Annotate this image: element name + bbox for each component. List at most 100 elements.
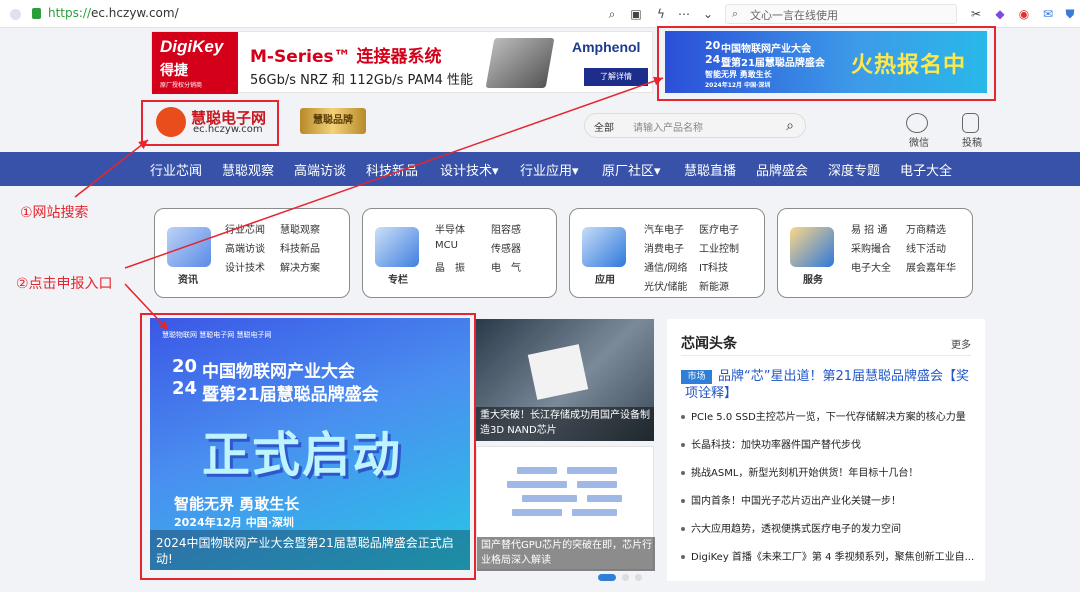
- applications-icon: [582, 227, 626, 267]
- category-link[interactable]: 汽车电子: [644, 221, 684, 236]
- category-link[interactable]: 线下活动: [906, 240, 946, 255]
- brand-event-logo[interactable]: 慧聪品牌: [300, 108, 366, 134]
- category-name: 专栏: [388, 275, 408, 286]
- ad-subtitle: 56Gb/s NRZ 和 112Gb/s PAM4 性能: [250, 73, 474, 88]
- scissors-icon[interactable]: ✂: [968, 6, 984, 22]
- wechat-label[interactable]: 微信: [909, 134, 929, 149]
- nav-item-industry-news[interactable]: 行业芯闻: [150, 160, 202, 179]
- category-link[interactable]: 医疗电子: [699, 221, 739, 236]
- browser-search-box[interactable]: ⌕ 文心一言在线使用: [725, 4, 957, 24]
- site-search-box[interactable]: 全部 请输入产品名称 ⌕: [584, 113, 806, 138]
- category-link[interactable]: 高端访谈: [225, 240, 265, 255]
- nav-item-topics[interactable]: 深度专题: [828, 160, 880, 179]
- category-link[interactable]: IT科技: [699, 259, 728, 274]
- category-link[interactable]: 电子大全: [851, 259, 891, 274]
- category-link[interactable]: MCU: [435, 240, 458, 251]
- bullet-icon: [681, 555, 685, 559]
- browser-search-placeholder: 文心一言在线使用: [750, 9, 838, 22]
- news-icon: [167, 227, 211, 267]
- wechat-icon[interactable]: [906, 113, 928, 133]
- category-link[interactable]: 光伏/储能: [644, 278, 687, 293]
- nav-item-brand-event[interactable]: 品牌盛会: [756, 160, 808, 179]
- nav-item-applications[interactable]: 行业应用▾: [520, 160, 579, 179]
- browser-toolbar: https://ec.hczyw.com/ ⌕ ▣ ϟ ⋯ ⌄ ⌕ 文心一言在线…: [0, 0, 1080, 28]
- category-link[interactable]: 通信/网络: [644, 259, 687, 274]
- carousel-dot[interactable]: [622, 574, 629, 581]
- category-link[interactable]: 展会嘉年华: [906, 259, 956, 274]
- news-card-chip[interactable]: 重大突破！长江存储成功用国产设备制造3D NAND芯片: [476, 319, 654, 441]
- image-icon[interactable]: ▣: [628, 6, 644, 22]
- category-link[interactable]: 万商精选: [906, 221, 946, 236]
- diagram-block: [517, 467, 557, 474]
- search-input[interactable]: 请输入产品名称: [633, 119, 703, 134]
- address-bar[interactable]: https://ec.hczyw.com/: [48, 6, 179, 20]
- category-card-column: 专栏 半导体 阻容感 MCU 传感器 晶 振 电 气: [362, 208, 557, 298]
- headline-item[interactable]: 国内首条！中国光子芯片迈出产业化关键一步！: [691, 492, 981, 507]
- search-scope-select[interactable]: 全部: [594, 119, 614, 134]
- category-link[interactable]: 科技新品: [280, 240, 320, 255]
- category-link[interactable]: 晶 振: [435, 259, 465, 274]
- headline-item[interactable]: DigiKey 首播《未来工厂》第 4 季视频系列，聚焦创新工业自...: [691, 548, 981, 563]
- diagram-block: [567, 467, 617, 474]
- category-link[interactable]: 消费电子: [644, 240, 684, 255]
- category-link[interactable]: 解决方案: [280, 259, 320, 274]
- weibo-icon[interactable]: ◉: [1016, 6, 1032, 22]
- category-link[interactable]: 易 招 通: [851, 221, 887, 236]
- headline-item[interactable]: 挑战ASML，新型光刻机开始供货！年目标十几台！: [691, 464, 981, 479]
- digikey-ad-banner[interactable]: DigiKey 得捷 原厂授权分销商 M-Series™ 连接器系统 56Gb/…: [151, 31, 653, 94]
- submit-label[interactable]: 投稿: [962, 134, 982, 149]
- search-icon: ⌕: [732, 7, 739, 20]
- lightning-icon[interactable]: ϟ: [653, 6, 669, 22]
- page-favicon-icon: [10, 9, 21, 20]
- extension-icon[interactable]: ◆: [992, 6, 1008, 22]
- carousel-dot-active[interactable]: [598, 574, 616, 581]
- edit-icon[interactable]: [962, 113, 979, 133]
- carousel-dot[interactable]: [635, 574, 642, 581]
- column-icon: [375, 227, 419, 267]
- headlines-panel: 芯闻头条 更多 品牌“芯”星出道！第21届慧聪品牌盛会【奖项诠释】 市场 PCI…: [667, 319, 985, 581]
- headline-item[interactable]: PCIe 5.0 SSD主控芯片一览，下一代存储解决方案的核心力量: [691, 408, 981, 423]
- nav-item-new-products[interactable]: 科技新品: [366, 160, 418, 179]
- category-link[interactable]: 工业控制: [699, 240, 739, 255]
- search-icon[interactable]: ⌕: [781, 117, 799, 135]
- more-icon[interactable]: ⋯: [676, 6, 692, 22]
- category-link[interactable]: 新能源: [699, 278, 729, 293]
- digikey-brand: DigiKey: [160, 37, 224, 56]
- lead-headline[interactable]: 品牌“芯”星出道！第21届慧聪品牌盛会【奖项诠释】: [685, 368, 975, 402]
- category-link[interactable]: 行业芯闻: [225, 221, 265, 236]
- shield-icon[interactable]: ⛊: [1062, 6, 1078, 22]
- category-link[interactable]: 设计技术: [225, 259, 265, 274]
- headlines-title: 芯闻头条: [681, 336, 737, 352]
- search-icon[interactable]: ⌕: [604, 6, 620, 22]
- category-link[interactable]: 阻容感: [491, 221, 521, 236]
- news-card-diagram[interactable]: 国产替代GPU芯片的突破在即，芯片行业格局深入解读: [476, 446, 655, 571]
- nav-item-live[interactable]: 慧聪直播: [684, 160, 736, 179]
- category-link[interactable]: 传感器: [491, 240, 521, 255]
- signup-entry-highlight-main: [140, 313, 476, 580]
- card-caption[interactable]: 国产替代GPU芯片的突破在即，芯片行业格局深入解读: [481, 538, 653, 568]
- diagram-block: [512, 509, 562, 516]
- nav-item-interviews[interactable]: 高端访谈: [294, 160, 346, 179]
- more-link[interactable]: 更多: [951, 336, 971, 351]
- page-root: https://ec.hczyw.com/ ⌕ ▣ ϟ ⋯ ⌄ ⌕ 文心一言在线…: [0, 0, 1080, 592]
- category-link[interactable]: 采购撮合: [851, 240, 891, 255]
- nav-item-design-tech[interactable]: 设计技术▾: [440, 160, 499, 179]
- chevron-down-icon[interactable]: ⌄: [700, 6, 716, 22]
- headline-item[interactable]: 长晶科技：加快功率器件国产替代步伐: [691, 436, 981, 451]
- category-link[interactable]: 电 气: [491, 259, 521, 274]
- category-name: 应用: [595, 275, 615, 286]
- url-scheme: https://: [48, 6, 92, 20]
- learn-more-button[interactable]: 了解详情: [584, 68, 648, 86]
- category-link[interactable]: 慧聪观察: [280, 221, 320, 236]
- card-caption[interactable]: 重大突破！长江存储成功用国产设备制造3D NAND芯片: [480, 408, 652, 438]
- nav-item-observation[interactable]: 慧聪观察: [222, 160, 274, 179]
- mail-icon[interactable]: ✉: [1040, 6, 1056, 22]
- category-link[interactable]: 半导体: [435, 221, 465, 236]
- category-card-applications: 应用 汽车电子 医疗电子 消费电子 工业控制 通信/网络 IT科技 光伏/储能 …: [569, 208, 765, 298]
- headline-item[interactable]: 六大应用趋势，透视便携式医疗电子的发力空间: [691, 520, 981, 535]
- nav-item-community[interactable]: 原厂社区▾: [602, 160, 661, 179]
- signup-entry-highlight: [657, 26, 996, 101]
- nav-item-encyclopedia[interactable]: 电子大全: [900, 160, 952, 179]
- diagram-block: [587, 495, 622, 502]
- connector-image: [485, 38, 555, 88]
